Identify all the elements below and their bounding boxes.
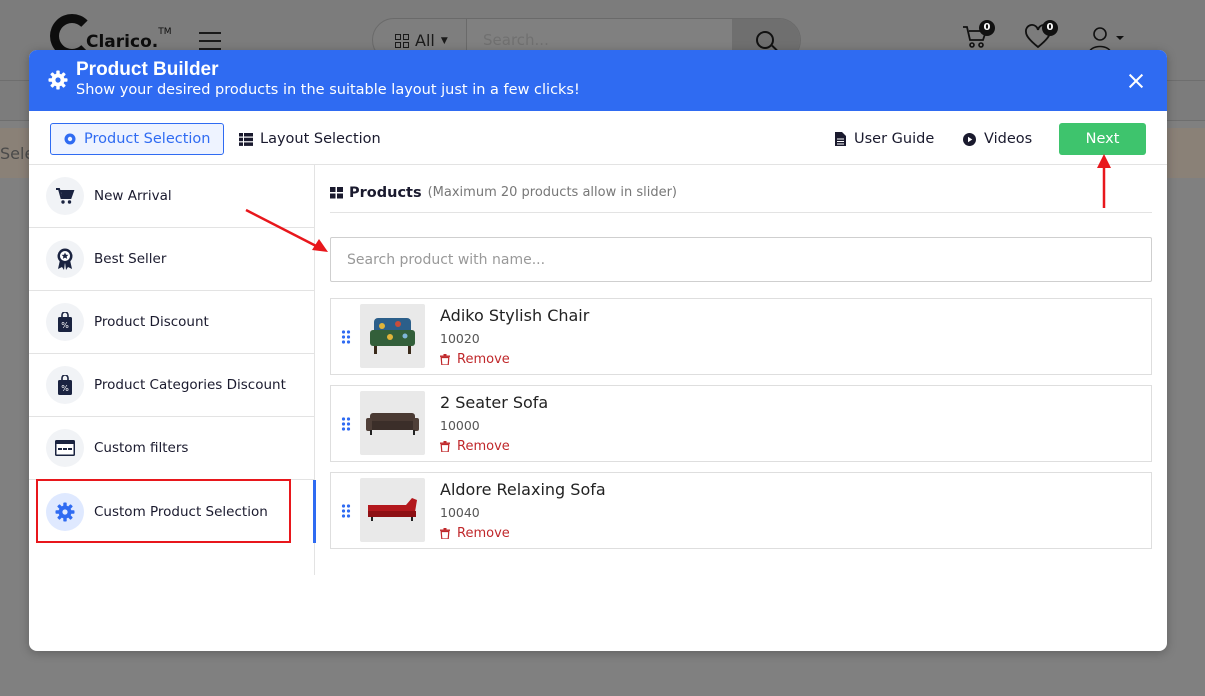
caret-down-icon: ▼ (440, 35, 448, 46)
modal-subtitle: Show your desired products in the suitab… (76, 82, 580, 98)
product-thumbnail-sofa-red (360, 478, 425, 542)
drag-handle-icon[interactable] (341, 417, 351, 431)
category-dropdown[interactable]: All ▼ (395, 31, 448, 50)
cart-icon (46, 177, 84, 215)
grid-icon (330, 186, 343, 198)
sidebar-item-label: Product Discount (94, 314, 209, 330)
close-icon[interactable] (1127, 72, 1145, 90)
tab-product-selection-label: Product Selection (84, 131, 211, 147)
logo-text: Clarico. (86, 32, 159, 52)
product-row: 2 Seater Sofa 10000 Remove (330, 385, 1152, 462)
play-circle-icon (963, 132, 976, 146)
browser-window-icon (46, 429, 84, 467)
product-row: Adiko Stylish Chair 10020 Remove (330, 298, 1152, 375)
gears-icon (64, 133, 76, 145)
remove-label: Remove (457, 352, 510, 367)
videos-link[interactable]: Videos (963, 123, 1032, 155)
next-button[interactable]: Next (1059, 123, 1146, 155)
trash-icon (440, 441, 450, 452)
sidebar-item-custom-filters[interactable]: Custom filters (29, 417, 314, 480)
remove-label: Remove (457, 439, 510, 454)
product-sku: 10040 (440, 505, 480, 520)
product-thumbnail-chair (360, 304, 425, 368)
trash-icon (440, 528, 450, 539)
product-name: 2 Seater Sofa (440, 393, 549, 412)
videos-label: Videos (984, 131, 1033, 147)
remove-product-button[interactable]: Remove (440, 439, 510, 454)
cart-icon[interactable]: 0 (961, 20, 995, 52)
sidebar-item-label: Product Categories Discount (94, 377, 286, 393)
user-guide-link[interactable]: User Guide (835, 123, 934, 155)
sidebar-item-best-seller[interactable]: Best Seller (29, 228, 314, 291)
store-search-placeholder: Search... (483, 31, 549, 49)
modal-title: Product Builder (76, 59, 219, 80)
product-sku: 10000 (440, 418, 480, 433)
product-builder-modal: Product Builder Show your desired produc… (29, 50, 1167, 651)
gear-icon (48, 70, 68, 90)
tab-product-selection[interactable]: Product Selection (50, 123, 224, 155)
gear-icon (46, 492, 84, 531)
svg-text:%: % (61, 384, 69, 393)
modal-header: Product Builder Show your desired produc… (29, 50, 1167, 111)
remove-product-button[interactable]: Remove (440, 526, 510, 541)
user-guide-label: User Guide (854, 131, 935, 147)
products-title: Products (349, 184, 422, 201)
document-icon (835, 132, 846, 146)
product-thumbnail-sofa-brown (360, 391, 425, 455)
user-account-icon[interactable] (1086, 24, 1126, 55)
products-panel-header: Products (Maximum 20 products allow in s… (330, 165, 1152, 213)
wishlist-heart-icon[interactable]: 0 (1024, 20, 1058, 52)
sidebar-item-product-categories-discount[interactable]: % Product Categories Discount (29, 354, 314, 417)
sidebar-item-label: Best Seller (94, 251, 167, 267)
product-name: Adiko Stylish Chair (440, 306, 590, 325)
category-dropdown-label: All (415, 31, 435, 50)
product-search-input[interactable] (330, 237, 1152, 282)
sidebar-item-new-arrival[interactable]: New Arrival (29, 165, 314, 228)
remove-label: Remove (457, 526, 510, 541)
tab-layout-selection[interactable]: Layout Selection (227, 123, 393, 155)
discount-bag-icon: % (46, 366, 84, 404)
svg-text:%: % (61, 321, 69, 330)
products-panel: Products (Maximum 20 products allow in s… (330, 165, 1152, 549)
remove-product-button[interactable]: Remove (440, 352, 510, 367)
trash-icon (440, 354, 450, 365)
product-sku: 10020 (440, 331, 480, 346)
drag-handle-icon[interactable] (341, 504, 351, 518)
product-name: Aldore Relaxing Sofa (440, 480, 606, 499)
sidebar-item-label: New Arrival (94, 188, 172, 204)
sidebar-item-product-discount[interactable]: % Product Discount (29, 291, 314, 354)
sidebar-item-custom-product-selection[interactable]: Custom Product Selection (29, 480, 316, 543)
products-limit-note: (Maximum 20 products allow in slider) (427, 185, 678, 200)
sidebar-item-label: Custom filters (94, 440, 189, 456)
grid-icon (395, 33, 409, 48)
sidebar-item-label: Custom Product Selection (94, 503, 268, 520)
table-grid-icon (239, 132, 253, 146)
logo-tm: TM (158, 27, 172, 37)
award-ribbon-icon (46, 240, 84, 278)
wishlist-count-badge: 0 (1042, 20, 1058, 36)
drag-handle-icon[interactable] (341, 330, 351, 344)
discount-bag-icon: % (46, 303, 84, 341)
cart-count-badge: 0 (979, 20, 995, 36)
modal-toolbar: Product Selection Layout Selection User … (29, 111, 1167, 165)
product-row: Aldore Relaxing Sofa 10040 Remove (330, 472, 1152, 549)
selection-type-sidebar: New Arrival Best Seller % Product Discou… (29, 165, 316, 575)
tab-layout-selection-label: Layout Selection (260, 131, 381, 147)
